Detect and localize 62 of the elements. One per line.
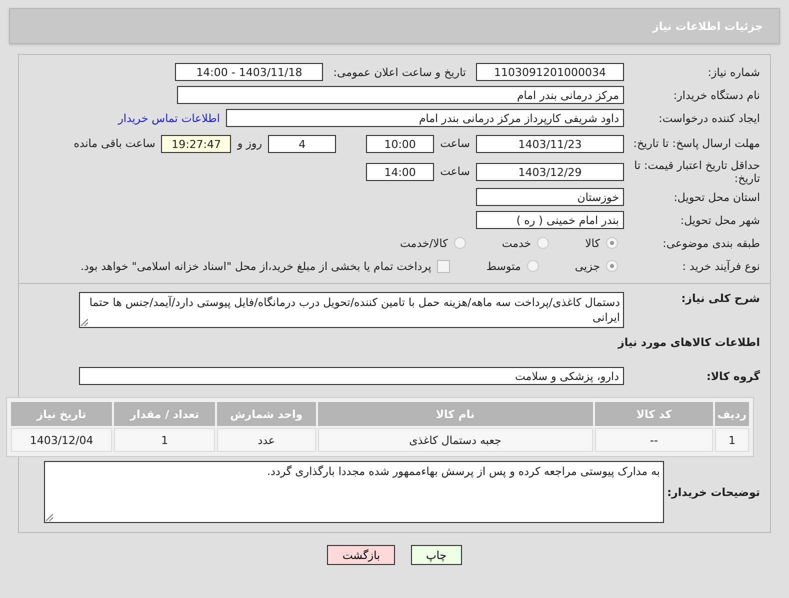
need-number-field: 1103091201000034 bbox=[476, 63, 624, 81]
field-label: توضیحات خریدار: bbox=[666, 486, 761, 498]
column-header: تاریخ نیاز bbox=[11, 402, 112, 426]
deadline-time-field: 10:00 bbox=[366, 134, 434, 152]
time-label: ساعت bbox=[439, 165, 471, 178]
table-cell: -- bbox=[594, 428, 714, 452]
column-header: ردیف bbox=[715, 402, 749, 426]
days-field: 4 bbox=[268, 134, 336, 152]
field-label: مهلت ارسال پاسخ: تا تاریخ: bbox=[632, 137, 761, 150]
column-header: واحد شمارش bbox=[217, 402, 316, 426]
radio-button[interactable] bbox=[537, 237, 550, 249]
goods-group-field: دارو، پزشکی و سلامت bbox=[79, 367, 624, 385]
requester-field: داود شریفی کارپرداز مرکز درمانی بندر امام bbox=[226, 109, 624, 127]
option-label: متوسط bbox=[486, 260, 521, 272]
field-label: طبقه بندی موضوعی: bbox=[662, 236, 761, 250]
remaining-label: ساعت باقی مانده bbox=[72, 137, 156, 150]
option-label: پرداخت تمام یا بخشی از مبلغ خرید،از محل "اسناد خزانه اسلامی" خواهد بود. bbox=[80, 260, 432, 272]
buyer-notes-textarea[interactable]: به مدارک پیوستی مراجعه کرده و پس از پرسش بهاءممهور شده مجددا بارگذاری گردد. bbox=[44, 461, 664, 523]
province-field: خوزستان bbox=[476, 188, 624, 206]
column-header: کد کالا bbox=[594, 402, 714, 426]
column-header: تعداد / مقدار bbox=[114, 402, 216, 426]
validity-time-field: 14:00 bbox=[366, 162, 434, 180]
table-cell: 1403/12/04 bbox=[11, 428, 112, 452]
radio-button[interactable] bbox=[454, 237, 466, 249]
field-label: استان محل تحویل: bbox=[672, 190, 761, 204]
section-title: اطلاعات کالاهای مورد نیاز bbox=[618, 334, 761, 348]
resize-grip-icon bbox=[46, 514, 53, 521]
option-label: کالا/خدمت bbox=[400, 236, 448, 250]
remaining-time-field: 19:27:47 bbox=[161, 134, 232, 152]
city-field: بندر امام خمینی ( ره ) bbox=[476, 211, 624, 229]
field-label: شهر محل تحویل: bbox=[679, 214, 761, 226]
table-cell: جعبه دستمال کاغذی bbox=[318, 428, 593, 452]
description-textarea[interactable]: دستمال کاغذی/پرداخت سه ماهه/هزینه حمل با تامین کننده/تحویل درب درمانگاه/فایل پیوستی دارد/آیمد/جنس ها حتما ایرانی bbox=[79, 292, 624, 328]
field-label: شرح کلی نیاز: bbox=[680, 292, 761, 305]
table-cell: 1 bbox=[114, 428, 216, 452]
checkbox[interactable] bbox=[437, 260, 450, 272]
action-button[interactable]: بازگشت bbox=[327, 545, 396, 565]
announce-date-field: 1403/11/18 - 14:00 bbox=[175, 63, 324, 81]
field-label: حداقل تاریخ اعتبار قیمت: تا تاریخ: bbox=[633, 158, 761, 184]
column-header: نام کالا bbox=[318, 402, 593, 426]
table-cell: عدد bbox=[217, 428, 316, 452]
deadline-date-field: 1403/11/23 bbox=[476, 134, 624, 152]
option-label: کالا bbox=[585, 236, 600, 250]
option-label: خدمت bbox=[502, 236, 532, 250]
field-label: ایجاد کننده درخواست: bbox=[658, 112, 761, 124]
radio-button[interactable] bbox=[606, 237, 618, 249]
action-button[interactable]: چاپ bbox=[411, 545, 462, 565]
contact-link[interactable]: اطلاعات تماس خریدار bbox=[118, 112, 220, 124]
radio-button[interactable] bbox=[526, 260, 539, 272]
table-cell: 1 bbox=[715, 428, 749, 452]
field-label: نام دستگاه خریدار: bbox=[672, 88, 761, 102]
days-label: روز و bbox=[236, 137, 264, 150]
radio-button[interactable] bbox=[606, 260, 618, 272]
validity-date-field: 1403/12/29 bbox=[476, 162, 624, 180]
field-label: شماره نیاز: bbox=[706, 66, 761, 78]
buyer-org-field: مرکز درمانی بندر امام bbox=[177, 86, 624, 104]
field-label: گروه کالا: bbox=[705, 370, 761, 382]
time-label: ساعت bbox=[439, 137, 471, 150]
field-label: نوع فرآیند خرید : bbox=[681, 260, 761, 272]
field-label: تاریخ و ساعت اعلان عمومی: bbox=[333, 66, 466, 78]
resize-grip-icon bbox=[81, 319, 88, 326]
option-label: جزیی bbox=[574, 260, 600, 272]
